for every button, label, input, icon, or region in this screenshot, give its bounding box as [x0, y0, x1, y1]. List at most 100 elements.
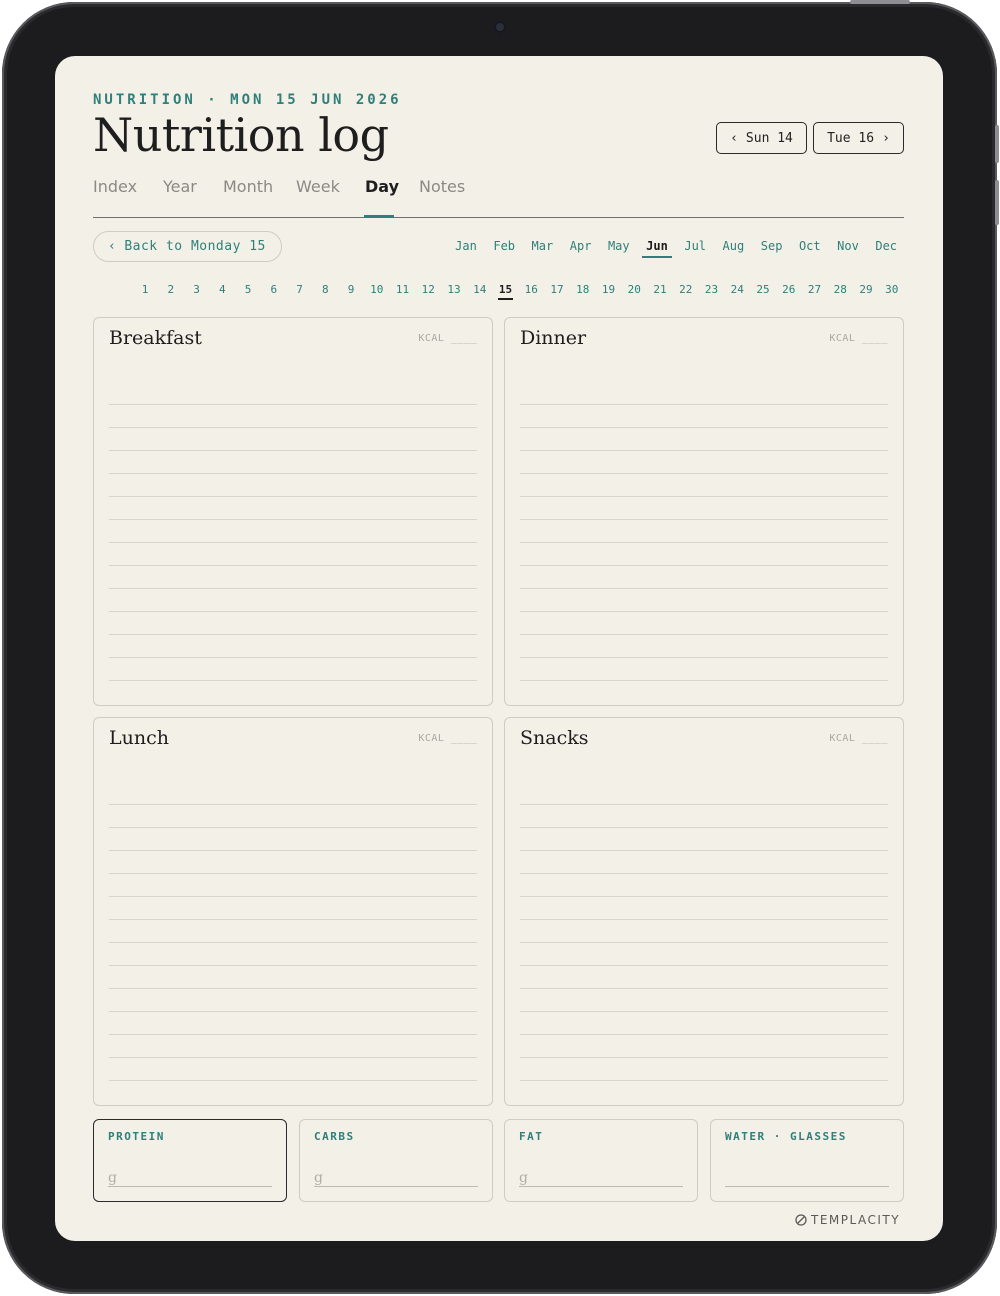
tab-month[interactable]: Month: [223, 177, 273, 196]
month-dec[interactable]: Dec: [871, 239, 901, 253]
day-8[interactable]: 8: [315, 283, 335, 296]
day-19[interactable]: 19: [599, 283, 619, 296]
day-22[interactable]: 22: [676, 283, 696, 296]
ruled-line: [520, 828, 888, 851]
month-sep[interactable]: Sep: [757, 239, 787, 253]
tab-week[interactable]: Week: [296, 177, 340, 196]
eyebrow-date: NUTRITION · MON 15 JUN 2026: [93, 92, 402, 108]
lunch-card[interactable]: Lunch KCAL ____: [93, 717, 493, 1106]
metric-unit: g: [108, 1170, 117, 1186]
tab-index[interactable]: Index: [93, 177, 137, 196]
ruled-line: [520, 1035, 888, 1058]
month-may[interactable]: May: [604, 239, 634, 253]
next-day-button[interactable]: Tue 16 ›: [813, 122, 904, 154]
tab-bar: Index Year Month Week Day Notes: [93, 176, 904, 218]
chevron-right-icon: ›: [882, 130, 890, 146]
day-25[interactable]: 25: [753, 283, 773, 296]
month-jun[interactable]: Jun: [642, 239, 672, 253]
ruled-line: [520, 612, 888, 635]
snacks-card[interactable]: Snacks KCAL ____: [504, 717, 904, 1106]
day-5[interactable]: 5: [238, 283, 258, 296]
ruled-lines[interactable]: [109, 782, 477, 1081]
ruled-line: [109, 874, 477, 897]
kcal-field[interactable]: KCAL ____: [418, 733, 477, 744]
day-1[interactable]: 1: [135, 283, 155, 296]
day-4[interactable]: 4: [212, 283, 232, 296]
front-camera: [494, 21, 506, 33]
ruled-lines[interactable]: [520, 382, 888, 681]
month-oct[interactable]: Oct: [795, 239, 825, 253]
tab-year[interactable]: Year: [163, 177, 197, 196]
day-30[interactable]: 30: [882, 283, 902, 296]
ruled-line: [520, 851, 888, 874]
day-28[interactable]: 28: [830, 283, 850, 296]
brand-logo: TEMPLACITY: [795, 1213, 900, 1227]
fat-field[interactable]: FAT g: [504, 1119, 698, 1202]
metric-input-line: [725, 1186, 889, 1187]
day-18[interactable]: 18: [573, 283, 593, 296]
ruled-line: [109, 782, 477, 805]
day-13[interactable]: 13: [444, 283, 464, 296]
day-27[interactable]: 27: [805, 283, 825, 296]
month-mar[interactable]: Mar: [527, 239, 557, 253]
day-29[interactable]: 29: [856, 283, 876, 296]
ruled-line: [109, 1058, 477, 1081]
ruled-lines[interactable]: [520, 782, 888, 1081]
month-jan[interactable]: Jan: [451, 239, 481, 253]
month-jul[interactable]: Jul: [680, 239, 710, 253]
metric-input-line: [108, 1186, 272, 1187]
ruled-line: [109, 920, 477, 943]
ruled-line: [109, 966, 477, 989]
day-21[interactable]: 21: [650, 283, 670, 296]
breakfast-card[interactable]: Breakfast KCAL ____: [93, 317, 493, 706]
month-nov[interactable]: Nov: [833, 239, 863, 253]
day-11[interactable]: 11: [393, 283, 413, 296]
prev-day-button[interactable]: ‹ Sun 14: [716, 122, 807, 154]
month-feb[interactable]: Feb: [489, 239, 519, 253]
tab-notes[interactable]: Notes: [419, 177, 465, 196]
ruled-line: [109, 989, 477, 1012]
ruled-line: [109, 451, 477, 474]
day-12[interactable]: 12: [418, 283, 438, 296]
day-26[interactable]: 26: [779, 283, 799, 296]
day-7[interactable]: 7: [290, 283, 310, 296]
meal-title: Snacks: [520, 727, 589, 749]
ruled-line: [520, 543, 888, 566]
ruled-lines[interactable]: [109, 382, 477, 681]
ruled-line: [109, 566, 477, 589]
tab-day[interactable]: Day: [365, 177, 399, 196]
kcal-field[interactable]: KCAL ____: [829, 733, 888, 744]
ruled-line: [520, 989, 888, 1012]
volume-down-button: [995, 180, 999, 225]
ruled-line: [520, 589, 888, 612]
day-17[interactable]: 17: [547, 283, 567, 296]
day-16[interactable]: 16: [521, 283, 541, 296]
water-field[interactable]: WATER · GLASSES: [710, 1119, 904, 1202]
day-20[interactable]: 20: [624, 283, 644, 296]
kcal-field[interactable]: KCAL ____: [829, 333, 888, 344]
day-9[interactable]: 9: [341, 283, 361, 296]
ruled-line: [520, 474, 888, 497]
month-apr[interactable]: Apr: [566, 239, 596, 253]
month-aug[interactable]: Aug: [718, 239, 748, 253]
day-15[interactable]: 15: [496, 283, 516, 296]
kcal-field[interactable]: KCAL ____: [418, 333, 477, 344]
day-3[interactable]: 3: [187, 283, 207, 296]
ruled-line: [520, 382, 888, 405]
ruled-line: [520, 1012, 888, 1035]
day-24[interactable]: 24: [727, 283, 747, 296]
back-to-week-button[interactable]: ‹ Back to Monday 15: [93, 231, 282, 262]
dinner-card[interactable]: Dinner KCAL ____: [504, 317, 904, 706]
metric-unit: g: [314, 1170, 323, 1186]
protein-field[interactable]: PROTEIN g: [93, 1119, 287, 1202]
day-2[interactable]: 2: [161, 283, 181, 296]
day-23[interactable]: 23: [702, 283, 722, 296]
day-6[interactable]: 6: [264, 283, 284, 296]
ruled-line: [520, 943, 888, 966]
carbs-field[interactable]: CARBS g: [299, 1119, 493, 1202]
meal-title: Lunch: [109, 727, 169, 749]
day-14[interactable]: 14: [470, 283, 490, 296]
day-10[interactable]: 10: [367, 283, 387, 296]
ruled-line: [520, 782, 888, 805]
metric-unit: g: [519, 1170, 528, 1186]
